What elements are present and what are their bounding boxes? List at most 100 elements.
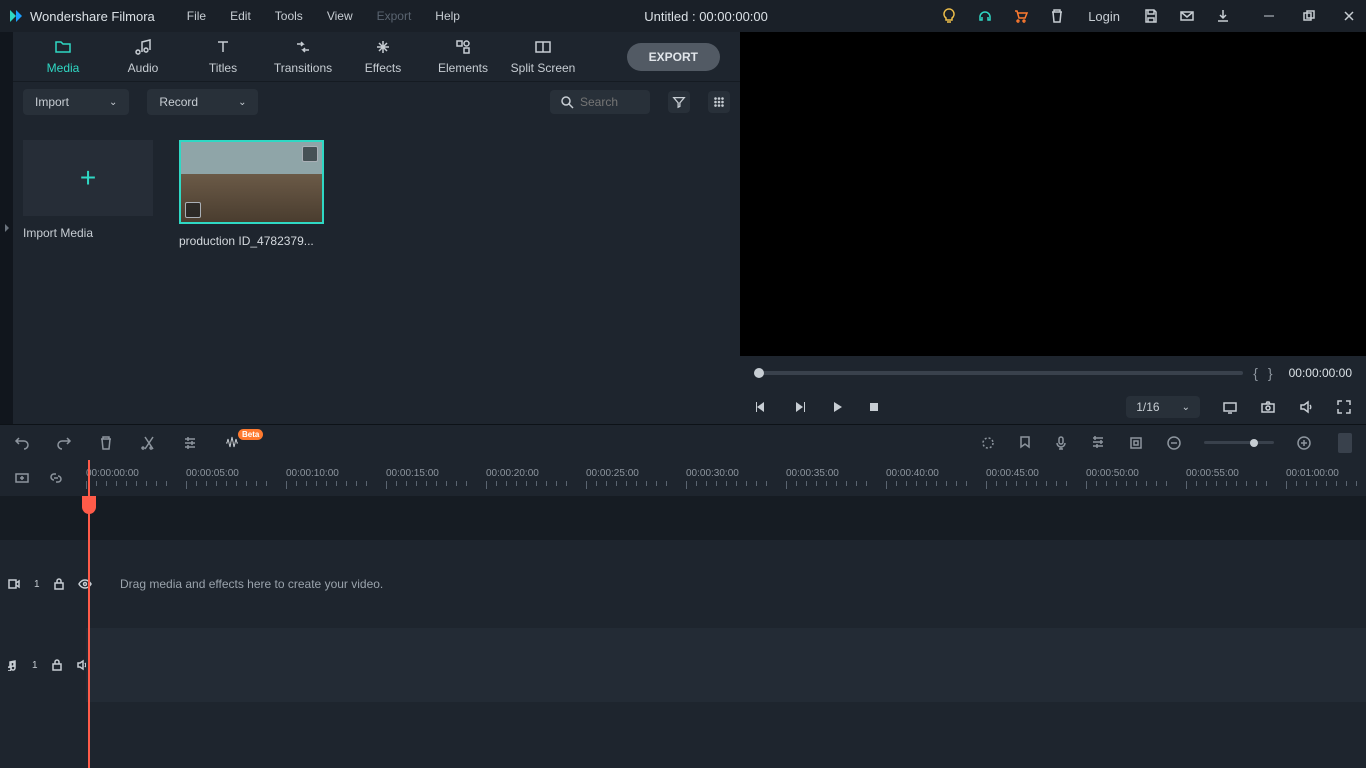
- ruler-mark: 00:00:50:00: [1086, 468, 1167, 489]
- tab-transitions[interactable]: Transitions: [263, 38, 343, 75]
- ruler-mark: 00:00:15:00: [386, 468, 467, 489]
- play-icon[interactable]: [830, 400, 844, 414]
- snapshot-icon[interactable]: [1260, 399, 1276, 415]
- menu-export[interactable]: Export: [365, 3, 424, 29]
- timeline-view-toggle[interactable]: [1338, 433, 1352, 453]
- prev-frame-icon[interactable]: [754, 400, 768, 414]
- panel-expand-strip[interactable]: [0, 32, 13, 424]
- timeline-ruler[interactable]: 00:00:00:0000:00:05:0000:00:10:0000:00:1…: [0, 460, 1366, 496]
- media-clip[interactable]: production ID_4782379...: [179, 140, 324, 248]
- mail-icon[interactable]: [1178, 7, 1196, 25]
- video-track-body[interactable]: Drag media and effects here to create yo…: [86, 540, 1366, 628]
- voiceover-icon[interactable]: [1054, 435, 1068, 451]
- undo-icon[interactable]: [14, 435, 30, 451]
- ruler-mark: 00:00:35:00: [786, 468, 867, 489]
- menu-view[interactable]: View: [315, 3, 365, 29]
- search-input[interactable]: [580, 95, 640, 109]
- redo-icon[interactable]: [56, 435, 72, 451]
- add-track-icon[interactable]: [14, 470, 30, 486]
- save-icon[interactable]: [1142, 7, 1160, 25]
- login-link[interactable]: Login: [1084, 9, 1124, 24]
- tab-media[interactable]: Media: [23, 38, 103, 75]
- tab-audio[interactable]: Audio: [103, 38, 183, 75]
- render-icon[interactable]: [980, 435, 996, 451]
- chevron-down-icon: ⌄: [238, 97, 246, 108]
- clip-thumbnail[interactable]: [179, 140, 324, 224]
- fullscreen-icon[interactable]: [1336, 399, 1352, 415]
- ruler-mark: 00:00:25:00: [586, 468, 667, 489]
- link-icon[interactable]: [48, 470, 64, 486]
- crop-icon[interactable]: [1128, 435, 1144, 451]
- export-button[interactable]: EXPORT: [627, 43, 720, 71]
- stop-icon[interactable]: [868, 401, 880, 413]
- split-screen-icon: [534, 38, 552, 56]
- split-icon[interactable]: [140, 435, 156, 451]
- close-icon[interactable]: [1340, 7, 1358, 25]
- menu-tools[interactable]: Tools: [263, 3, 315, 29]
- timeline: 1 Drag media and effects here to create …: [0, 496, 1366, 768]
- music-icon: [134, 38, 152, 56]
- search-box[interactable]: [550, 90, 650, 114]
- playhead-handle[interactable]: [82, 496, 96, 514]
- dropdown-label: Record: [159, 95, 198, 109]
- preview-viewport[interactable]: [740, 32, 1366, 356]
- record-dropdown[interactable]: Record ⌄: [147, 89, 258, 115]
- lock-icon[interactable]: [54, 578, 64, 590]
- preview-panel: { } 00:00:00:00 1/16 ⌄: [740, 32, 1366, 424]
- marker-icon[interactable]: [1018, 435, 1032, 451]
- dropdown-label: Import: [35, 95, 69, 109]
- tab-elements[interactable]: Elements: [423, 38, 503, 75]
- preview-scrubber: { } 00:00:00:00: [740, 356, 1366, 390]
- zoom-out-icon[interactable]: [1166, 435, 1182, 451]
- adjust-icon[interactable]: [182, 435, 198, 451]
- video-track-icon: [8, 579, 20, 589]
- ruler-mark: 00:00:20:00: [486, 468, 567, 489]
- audio-beat-icon[interactable]: Beta: [224, 435, 242, 451]
- lock-icon[interactable]: [52, 659, 62, 671]
- tab-label: Effects: [365, 61, 401, 75]
- add-to-timeline-icon[interactable]: [185, 202, 201, 218]
- ruler-mark: 00:00:40:00: [886, 468, 967, 489]
- next-frame-icon[interactable]: [792, 400, 806, 414]
- mark-in-icon[interactable]: {: [1253, 365, 1258, 381]
- scrub-track[interactable]: [754, 371, 1243, 375]
- trash-icon[interactable]: [1048, 7, 1066, 25]
- headset-icon[interactable]: [976, 7, 994, 25]
- preview-quality-icon[interactable]: [1222, 399, 1238, 415]
- zoom-in-icon[interactable]: [1296, 435, 1312, 451]
- import-label: Import Media: [23, 226, 153, 240]
- zoom-handle[interactable]: [1250, 439, 1258, 447]
- audio-mixer-icon[interactable]: [1090, 435, 1106, 451]
- ruler-mark: 00:00:05:00: [186, 468, 267, 489]
- scrub-handle[interactable]: [754, 368, 764, 378]
- ruler-controls: [0, 460, 86, 496]
- minimize-icon[interactable]: [1260, 7, 1278, 25]
- search-icon: [560, 95, 574, 109]
- zoom-slider[interactable]: [1204, 441, 1274, 444]
- ruler-mark: 00:00:55:00: [1186, 468, 1267, 489]
- menu-help[interactable]: Help: [423, 3, 472, 29]
- tab-titles[interactable]: Titles: [183, 38, 263, 75]
- lightbulb-icon[interactable]: [940, 7, 958, 25]
- tab-label: Titles: [209, 61, 237, 75]
- volume-icon[interactable]: [1298, 399, 1314, 415]
- ruler-ticks[interactable]: 00:00:00:0000:00:05:0000:00:10:0000:00:1…: [86, 460, 1366, 496]
- import-media-card[interactable]: + Import Media: [23, 140, 153, 240]
- tab-split-screen[interactable]: Split Screen: [503, 38, 583, 75]
- menu-edit[interactable]: Edit: [218, 3, 263, 29]
- download-icon[interactable]: [1214, 7, 1232, 25]
- video-track[interactable]: 1 Drag media and effects here to create …: [0, 540, 1366, 628]
- playhead[interactable]: [88, 460, 90, 768]
- import-dropdown[interactable]: Import ⌄: [23, 89, 129, 115]
- cart-icon[interactable]: [1012, 7, 1030, 25]
- menu-file[interactable]: File: [175, 3, 218, 29]
- filter-icon[interactable]: [668, 91, 690, 113]
- delete-icon[interactable]: [98, 435, 114, 451]
- preview-scale-dropdown[interactable]: 1/16 ⌄: [1126, 396, 1200, 418]
- maximize-icon[interactable]: [1300, 7, 1318, 25]
- grid-view-icon[interactable]: [708, 91, 730, 113]
- audio-track[interactable]: 1: [0, 628, 1366, 702]
- tab-effects[interactable]: Effects: [343, 38, 423, 75]
- mark-out-icon[interactable]: }: [1268, 365, 1273, 381]
- audio-track-body[interactable]: [86, 628, 1366, 702]
